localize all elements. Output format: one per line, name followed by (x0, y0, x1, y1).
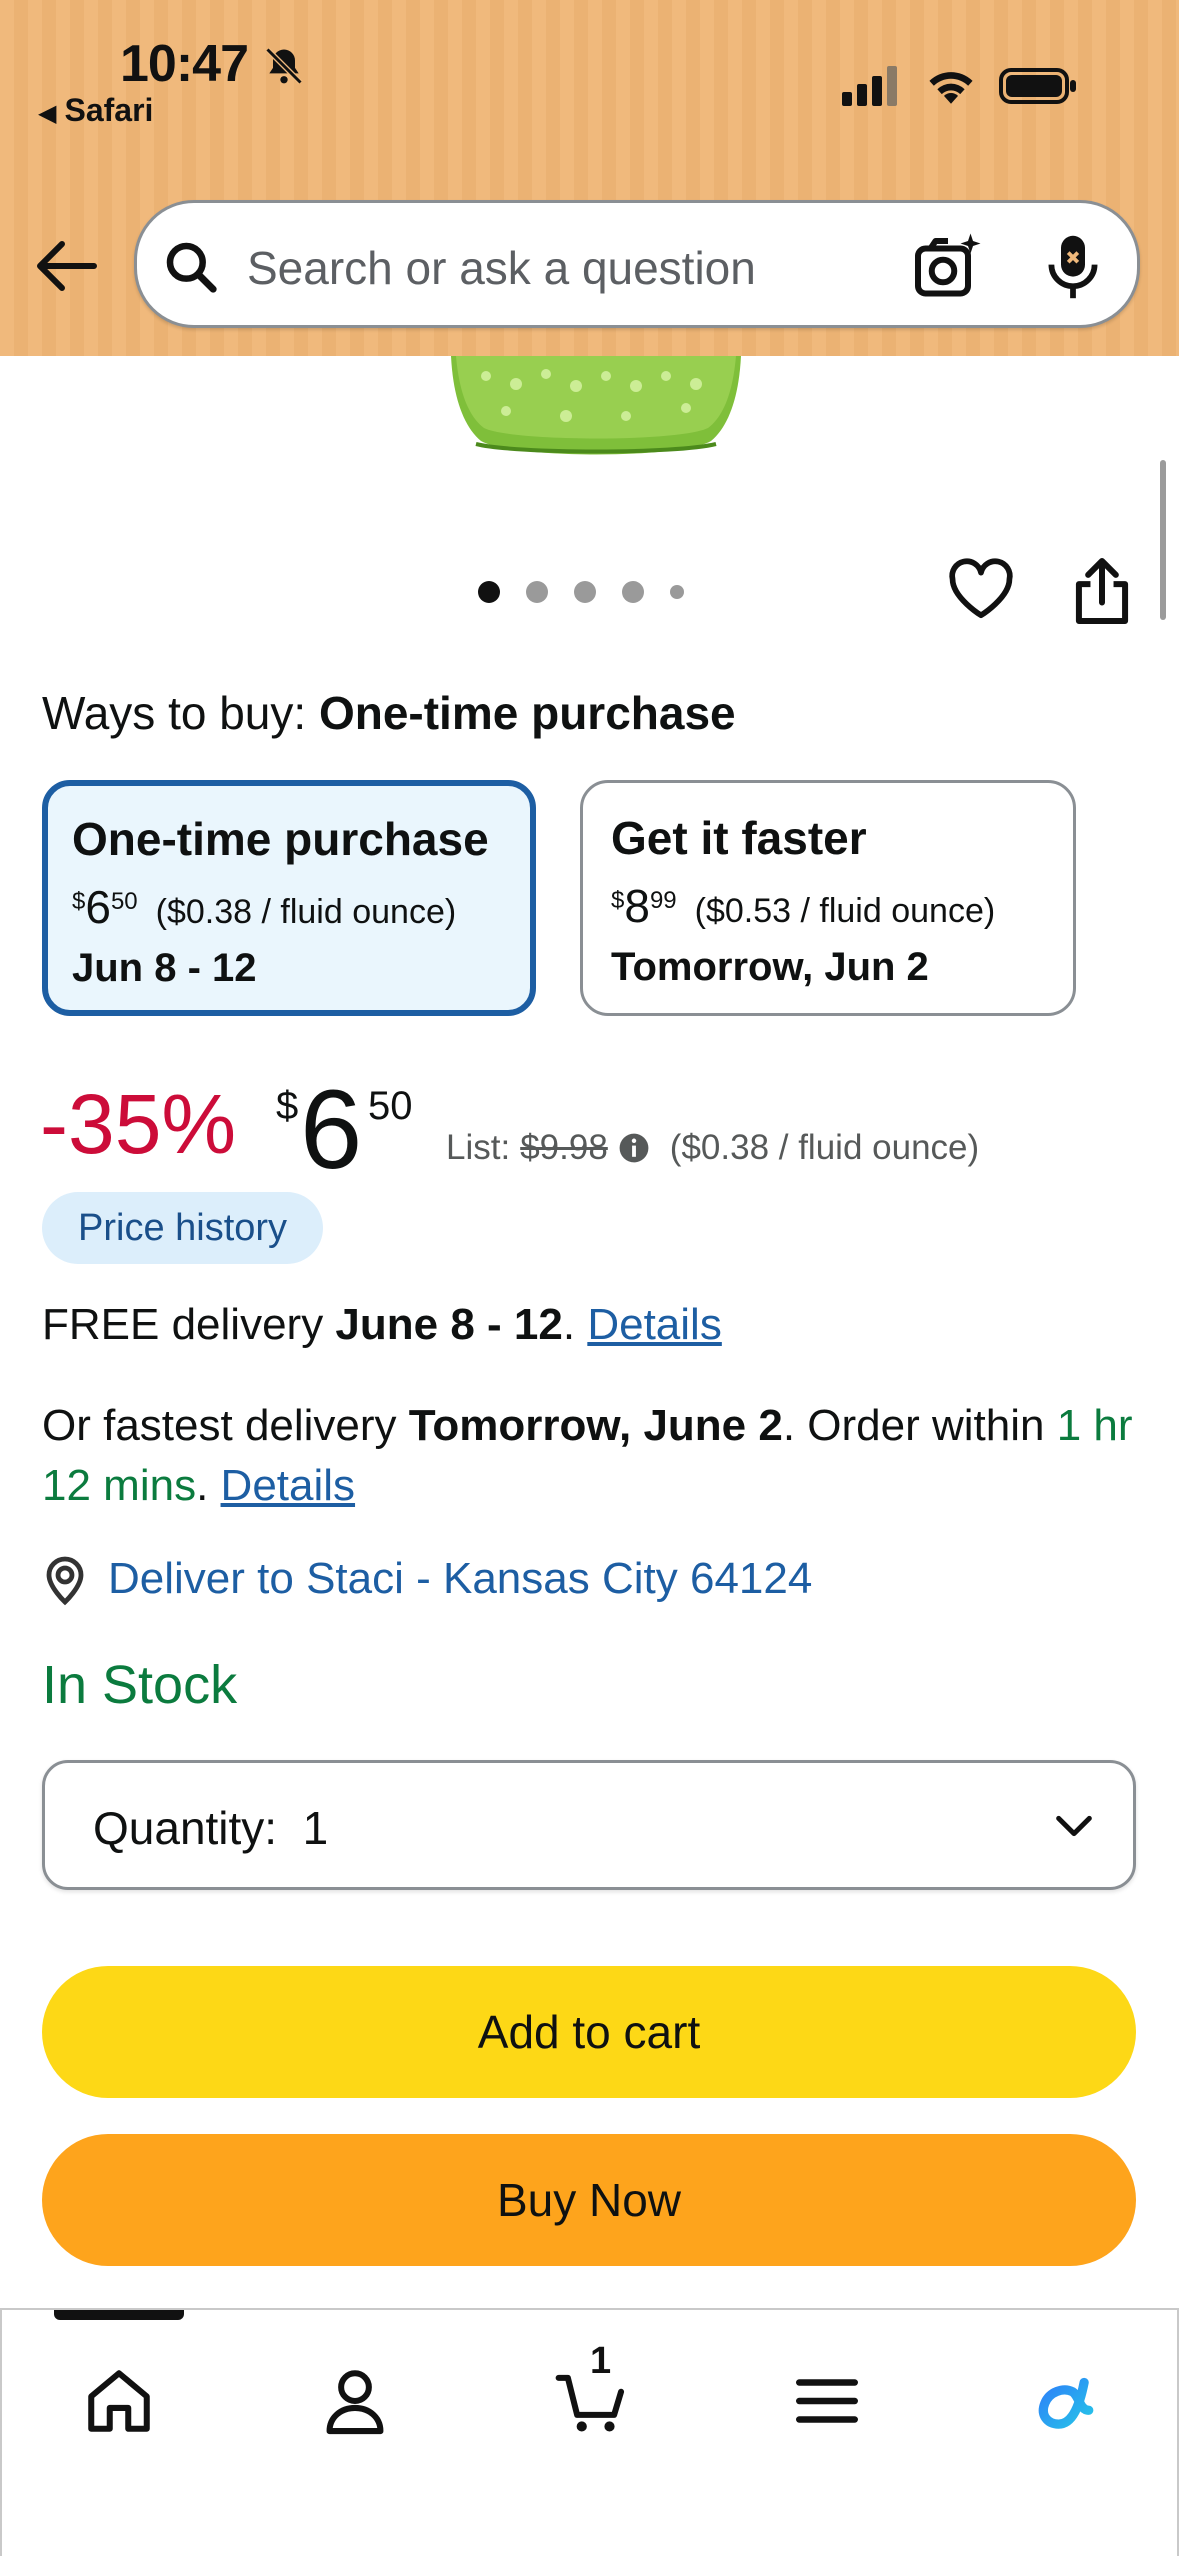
home-icon (88, 2370, 150, 2432)
pagination-dot[interactable] (670, 585, 684, 599)
wifi-icon (929, 72, 973, 104)
fastest-delivery-info: Or fastest delivery Tomorrow, June 2. Or… (42, 1401, 1133, 1510)
search-placeholder: Search or ask a question (247, 242, 756, 294)
quantity-value: 1 (302, 1802, 329, 1854)
list-price: List: $9.98 ($0.38 / fluid ounce) (446, 1128, 980, 1167)
search-icon (166, 242, 217, 293)
tab-account[interactable] (310, 2356, 400, 2446)
option-title: Get it faster (611, 812, 867, 864)
option-delivery-date: Jun 8 - 12 (72, 946, 257, 990)
microphone-icon[interactable] (1043, 231, 1103, 303)
camera-search-icon[interactable] (913, 231, 983, 301)
person-icon (326, 2370, 384, 2435)
option-title: One-time purchase (72, 813, 489, 865)
option-price: $899 ($0.53 / fluid ounce) (611, 880, 996, 932)
share-icon[interactable] (1072, 556, 1132, 626)
free-delivery-info: FREE delivery June 8 - 12. Details (42, 1300, 722, 1349)
header: 10:47 ◀ Safari Search or ask a question (0, 0, 1179, 356)
pagination-dot[interactable] (526, 581, 548, 603)
rufus-assistant-icon (1038, 2377, 1094, 2429)
cellular-signal-icon (842, 66, 897, 106)
pagination-dot[interactable] (478, 581, 500, 603)
status-time: 10:47 (120, 35, 249, 93)
hamburger-menu-icon (796, 2379, 858, 2423)
tab-home[interactable] (74, 2356, 164, 2446)
purchase-option-one-time[interactable]: One-time purchase $650 ($0.38 / fluid oun… (42, 780, 536, 1016)
active-tab-indicator (54, 2310, 184, 2320)
back-arrow-icon[interactable] (34, 236, 98, 296)
fastest-details-link[interactable]: Details (221, 1461, 356, 1510)
heart-icon[interactable] (946, 556, 1016, 622)
location-pin-icon (46, 1556, 84, 1606)
image-pagination-dots[interactable] (478, 578, 684, 606)
bell-muted-icon (265, 47, 303, 85)
option-delivery-date: Tomorrow, Jun 2 (611, 945, 929, 989)
discount-percent: -35% (40, 1077, 237, 1171)
cart-count-badge: 1 (590, 2340, 612, 2382)
bottom-tab-bar: 1 (0, 2308, 1179, 2556)
add-to-cart-button[interactable]: Add to cart (42, 1966, 1136, 2098)
purchase-option-get-it-faster[interactable]: Get it faster $899 ($0.53 / fluid ounce) … (580, 780, 1076, 1016)
pagination-dot[interactable] (574, 581, 596, 603)
tab-menu[interactable] (782, 2356, 872, 2446)
buy-now-button[interactable]: Buy Now (42, 2134, 1136, 2266)
deliver-to-link[interactable]: Deliver to Staci - Kansas City 64124 (108, 1554, 812, 1604)
quantity-dropdown[interactable]: Quantity: 1 (42, 1760, 1136, 1890)
ways-to-buy-heading: Ways to buy: One-time purchase (42, 687, 736, 739)
back-to-safari[interactable]: ◀ Safari (38, 92, 153, 129)
page-scrollbar[interactable] (1160, 460, 1166, 620)
back-triangle-icon: ◀ (38, 100, 57, 127)
option-price: $650 ($0.38 / fluid ounce) (72, 881, 457, 933)
stock-status: In Stock (42, 1655, 238, 1715)
battery-icon (999, 68, 1076, 104)
delivery-details-link[interactable]: Details (587, 1300, 722, 1349)
price-history-button[interactable]: Price history (42, 1192, 324, 1264)
pagination-dot[interactable] (622, 581, 644, 603)
info-icon[interactable] (618, 1132, 650, 1164)
search-input[interactable]: Search or ask a question (134, 200, 1140, 328)
chevron-down-icon (1056, 1815, 1092, 1837)
tab-rufus-assistant[interactable] (1016, 2356, 1106, 2446)
quantity-label: Quantity: 1 (93, 1802, 329, 1854)
product-image[interactable] (446, 356, 746, 456)
